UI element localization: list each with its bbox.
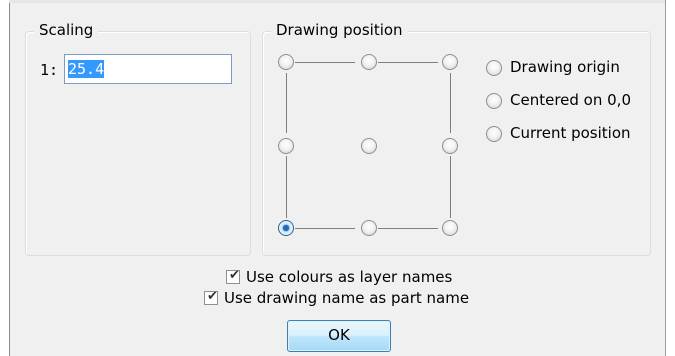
dialog-right-edge xyxy=(665,0,666,356)
grid-line-right-lower xyxy=(450,156,451,218)
drawing-origin-label[interactable]: Drawing origin xyxy=(510,58,620,76)
grid-line-top-right xyxy=(378,62,438,63)
scaling-group-title: Scaling xyxy=(34,21,99,39)
use-drawing-name-checkbox[interactable]: ✔ xyxy=(204,289,218,305)
checkmark-icon: ✔ xyxy=(229,268,240,283)
use-colours-label[interactable]: Use colours as layer names xyxy=(246,268,452,286)
grid-radio-bottom-left[interactable] xyxy=(278,220,294,236)
grid-line-right-upper xyxy=(450,73,451,133)
grid-line-left-lower xyxy=(286,156,287,218)
ok-button[interactable]: OK xyxy=(287,320,391,352)
centered-label[interactable]: Centered on 0,0 xyxy=(510,91,631,109)
use-colours-checkbox[interactable]: ✔ xyxy=(226,268,240,284)
use-drawing-name-label[interactable]: Use drawing name as part name xyxy=(224,289,469,307)
grid-radio-middle-right[interactable] xyxy=(442,138,458,154)
grid-radio-top-right[interactable] xyxy=(442,54,458,70)
grid-line-left-upper xyxy=(286,73,287,133)
grid-radio-middle-left[interactable] xyxy=(278,138,294,154)
grid-radio-bottom-right[interactable] xyxy=(442,220,458,236)
dialog-top-edge xyxy=(9,0,665,3)
current-position-label[interactable]: Current position xyxy=(510,124,631,142)
scaling-value: 25.4 xyxy=(68,60,105,78)
grid-line-top-left xyxy=(295,62,355,63)
current-position-radio[interactable] xyxy=(486,126,502,142)
drawing-position-group-title: Drawing position xyxy=(271,21,408,39)
scaling-input[interactable]: 25.4 xyxy=(64,54,232,84)
grid-line-bottom-left xyxy=(295,228,355,229)
grid-radio-middle-center[interactable] xyxy=(361,138,377,154)
centered-radio[interactable] xyxy=(486,93,502,109)
scaling-prefix: 1: xyxy=(40,61,59,79)
grid-radio-top-center[interactable] xyxy=(361,54,377,70)
checkmark-icon: ✔ xyxy=(207,289,218,304)
grid-radio-bottom-center[interactable] xyxy=(361,220,377,236)
drawing-origin-radio[interactable] xyxy=(486,60,502,76)
grid-line-bottom-right xyxy=(378,228,438,229)
grid-radio-top-left[interactable] xyxy=(278,54,294,70)
